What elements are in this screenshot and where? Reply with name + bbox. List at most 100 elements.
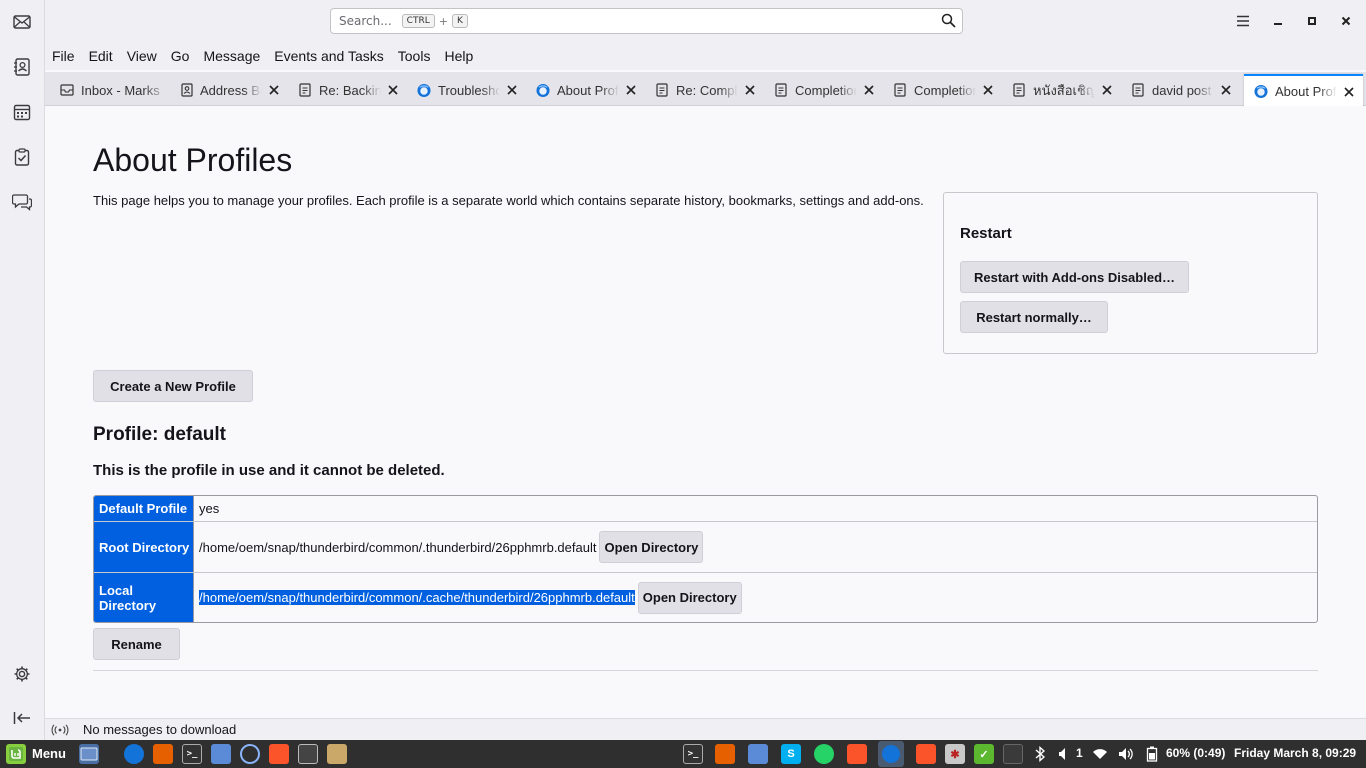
tab-label: Re: Backing up — [319, 82, 381, 98]
status-bar: No messages to download — [45, 718, 1366, 740]
profile-table: Default Profile yes Root Directory /home… — [93, 495, 1318, 623]
online-status-icon[interactable] — [51, 723, 69, 736]
local-directory-label: Local Directory — [94, 573, 194, 622]
shortcut-ctrl-key: CTRL — [401, 14, 435, 28]
thunderbird-taskbar-icon[interactable] — [124, 744, 144, 764]
thunderbird-window-icon-active[interactable] — [878, 741, 904, 767]
show-desktop-icon[interactable] — [79, 744, 99, 764]
menu-bar: File Edit View Go Message Events and Tas… — [45, 42, 1366, 70]
menu-file[interactable]: File — [52, 48, 75, 64]
tab-label: Completion — [795, 82, 857, 98]
tab-label: Address Book — [200, 82, 262, 98]
tab-re-backing[interactable]: Re: Backing up — [288, 75, 407, 105]
address-book-space-icon[interactable] — [11, 56, 33, 78]
app-menu-hamburger-icon[interactable] — [1233, 11, 1253, 31]
global-search-input[interactable]: Search... CTRL + K — [330, 8, 963, 34]
firefox-taskbar-icon[interactable] — [153, 744, 173, 764]
close-tab-icon[interactable] — [623, 82, 639, 98]
tab-bar: Inbox - Marks Address Book Re: Backing u… — [45, 72, 1366, 107]
whatsapp-window-icon[interactable] — [814, 744, 834, 764]
close-tab-icon[interactable] — [385, 82, 401, 98]
chat-space-icon[interactable] — [11, 191, 33, 213]
tab-troubleshooting[interactable]: Troubleshooting — [407, 75, 526, 105]
close-tab-icon[interactable] — [1218, 82, 1234, 98]
terminal-window-icon[interactable]: >_ — [683, 744, 703, 764]
menu-events-and-tasks[interactable]: Events and Tasks — [274, 48, 383, 64]
message-icon — [655, 83, 669, 97]
menu-message[interactable]: Message — [203, 48, 260, 64]
skype-window-icon[interactable]: S — [781, 744, 801, 764]
volume-icon[interactable] — [1116, 744, 1136, 764]
settings-gear-icon[interactable] — [11, 663, 33, 685]
restart-addons-disabled-button[interactable]: Restart with Add-ons Disabled… — [960, 261, 1189, 293]
create-new-profile-button[interactable]: Create a New Profile — [93, 370, 253, 402]
restart-normally-button[interactable]: Restart normally… — [960, 301, 1108, 333]
collapse-spaces-icon[interactable] — [11, 707, 33, 729]
page-intro: This page helps you to manage your profi… — [93, 193, 924, 208]
menu-view[interactable]: View — [127, 48, 157, 64]
battery-status[interactable]: 60% (0:49) — [1166, 746, 1225, 760]
close-tab-icon[interactable] — [504, 82, 520, 98]
terminal-taskbar-icon[interactable]: >_ — [182, 744, 202, 764]
tab-completion-1[interactable]: Completion — [764, 75, 883, 105]
tab-thai-invitation[interactable]: หนังสือเชิญ — [1002, 75, 1121, 105]
close-tab-icon[interactable] — [980, 82, 996, 98]
close-tab-icon[interactable] — [861, 82, 877, 98]
wifi-icon[interactable] — [1090, 744, 1110, 764]
calendar-space-icon[interactable] — [11, 101, 33, 123]
maximize-window-icon[interactable] — [1302, 11, 1322, 31]
update-ok-tray-icon[interactable]: ✓ — [974, 744, 994, 764]
local-directory-path-selected[interactable]: /home/oem/snap/thunderbird/common/.cache… — [199, 590, 635, 605]
search-icon[interactable] — [941, 13, 956, 31]
sync-taskbar-icon[interactable] — [240, 744, 260, 764]
profile-in-use-note: This is the profile in use and it cannot… — [93, 462, 445, 479]
tab-label: david post — [1152, 82, 1212, 98]
close-window-icon[interactable] — [1336, 11, 1356, 31]
workspace-number[interactable]: 1 — [1076, 746, 1083, 760]
thunderbird-icon — [536, 83, 550, 97]
menu-go[interactable]: Go — [171, 48, 190, 64]
brave-tray-icon[interactable] — [916, 744, 936, 764]
tab-completion-2[interactable]: Completion — [883, 75, 1002, 105]
video-editor-taskbar-icon[interactable] — [327, 744, 347, 764]
tab-re-completion[interactable]: Re: Completion — [645, 75, 764, 105]
minimize-window-icon[interactable] — [1268, 11, 1288, 31]
tasks-space-icon[interactable] — [11, 146, 33, 168]
open-local-directory-button[interactable]: Open Directory — [637, 581, 742, 614]
tab-label: Inbox - Marks — [81, 82, 160, 98]
files-window-icon[interactable] — [748, 744, 768, 764]
menu-tools[interactable]: Tools — [398, 48, 431, 64]
firefox-window-icon[interactable] — [715, 744, 735, 764]
mail-space-icon[interactable] — [11, 11, 33, 33]
tab-david-post[interactable]: david post — [1121, 75, 1240, 105]
close-tab-icon[interactable] — [266, 82, 282, 98]
table-row: Default Profile yes — [94, 496, 1317, 522]
root-directory-path[interactable]: /home/oem/snap/thunderbird/common/.thund… — [199, 540, 596, 555]
tab-inbox[interactable]: Inbox - Marks — [50, 75, 169, 105]
battery-icon[interactable] — [1142, 744, 1162, 764]
files-taskbar-icon[interactable] — [211, 744, 231, 764]
mint-menu-icon[interactable] — [6, 744, 26, 764]
security-tray-icon[interactable]: ✱ — [945, 744, 965, 764]
menu-edit[interactable]: Edit — [89, 48, 113, 64]
brave-taskbar-icon[interactable] — [269, 744, 289, 764]
tray-app-icon[interactable] — [1003, 744, 1023, 764]
thunderbird-icon — [1254, 84, 1268, 99]
notifications-icon[interactable] — [1055, 744, 1075, 764]
clock[interactable]: Friday March 8, 09:29 — [1234, 746, 1356, 760]
close-tab-icon[interactable] — [1341, 84, 1357, 100]
tab-address-book[interactable]: Address Book — [169, 75, 288, 105]
bluetooth-icon[interactable] — [1030, 744, 1050, 764]
app-taskbar-icon[interactable] — [298, 744, 318, 764]
open-root-directory-button[interactable]: Open Directory — [599, 531, 704, 563]
menu-help[interactable]: Help — [444, 48, 473, 64]
restart-heading: Restart — [960, 225, 1012, 242]
mail-icon — [60, 83, 74, 97]
tab-about-profiles-active[interactable]: About Profiles — [1244, 74, 1363, 107]
brave-window-icon[interactable] — [847, 744, 867, 764]
menu-label[interactable]: Menu — [32, 746, 66, 761]
tab-about-profiles[interactable]: About Profiles — [526, 75, 645, 105]
close-tab-icon[interactable] — [1099, 82, 1115, 98]
close-tab-icon[interactable] — [742, 82, 758, 98]
rename-profile-button[interactable]: Rename — [93, 628, 180, 660]
